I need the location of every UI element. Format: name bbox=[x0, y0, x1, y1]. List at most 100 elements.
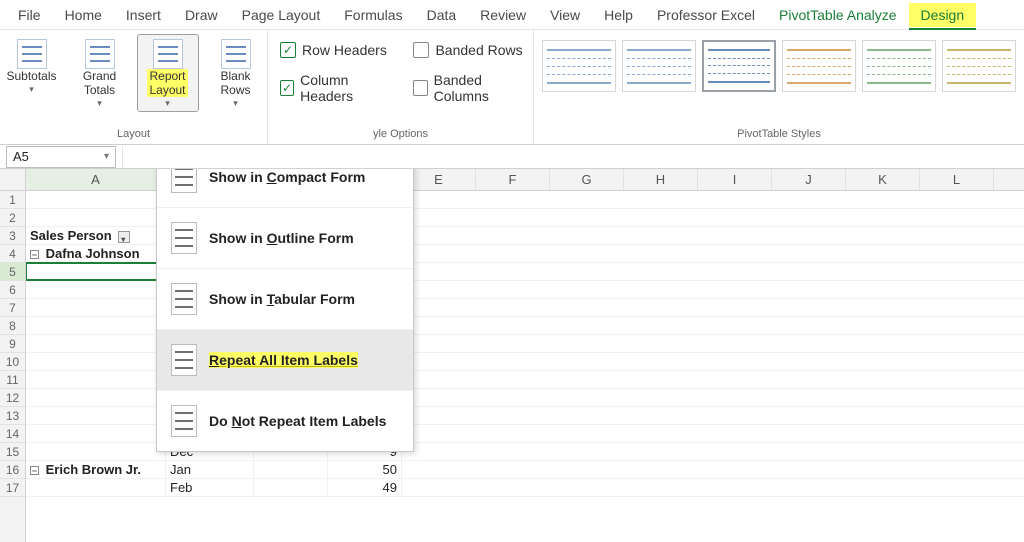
row-header[interactable]: 7 bbox=[0, 299, 25, 317]
tab-file[interactable]: File bbox=[6, 3, 53, 27]
column-header[interactable]: L bbox=[920, 169, 994, 190]
menu-label: Show in Outline Form bbox=[209, 230, 354, 246]
group-label-pivottable-styles: PivotTable Styles bbox=[737, 128, 821, 142]
report-layout-menu: Show in Compact Form Show in Outline For… bbox=[156, 169, 414, 452]
cell[interactable] bbox=[26, 263, 166, 280]
banded-rows-checkbox[interactable]: Banded Rows bbox=[413, 42, 527, 58]
tab-view[interactable]: View bbox=[538, 3, 592, 27]
tab-draw[interactable]: Draw bbox=[173, 3, 230, 27]
tab-professor-excel[interactable]: Professor Excel bbox=[645, 3, 767, 27]
layout-icon bbox=[171, 222, 197, 254]
cell[interactable]: 49 bbox=[328, 479, 402, 496]
style-thumb[interactable] bbox=[942, 40, 1016, 92]
row-headers-label: Row Headers bbox=[302, 42, 387, 58]
style-thumb[interactable] bbox=[542, 40, 616, 92]
row-header[interactable]: 14 bbox=[0, 425, 25, 443]
tab-data[interactable]: Data bbox=[415, 3, 469, 27]
column-header[interactable]: A bbox=[26, 169, 166, 190]
row-header[interactable]: 15 bbox=[0, 443, 25, 461]
cell[interactable]: Jan bbox=[166, 461, 254, 478]
row-header[interactable]: 13 bbox=[0, 407, 25, 425]
column-header[interactable]: G bbox=[550, 169, 624, 190]
column-header[interactable]: F bbox=[476, 169, 550, 190]
row-headers-checkbox[interactable]: Row Headers bbox=[280, 42, 391, 58]
grand-totals-button[interactable]: Grand Totals ▾ bbox=[69, 34, 131, 112]
tab-review[interactable]: Review bbox=[468, 3, 538, 27]
column-headers-checkbox[interactable]: Column Headers bbox=[280, 72, 391, 104]
menu-show-compact[interactable]: Show in Compact Form bbox=[157, 169, 413, 208]
row-header[interactable]: 2 bbox=[0, 209, 25, 227]
style-thumb[interactable] bbox=[862, 40, 936, 92]
grid[interactable]: A B C D E F G H I J K L Sales Person bbox=[26, 169, 1024, 542]
column-header[interactable]: H bbox=[624, 169, 698, 190]
tab-help[interactable]: Help bbox=[592, 3, 645, 27]
ribbon-tabs: File Home Insert Draw Page Layout Formul… bbox=[0, 0, 1024, 30]
ribbon-group-pivottable-styles: PivotTable Styles bbox=[534, 30, 1024, 144]
tab-design[interactable]: Design bbox=[909, 3, 977, 27]
banded-columns-label: Banded Columns bbox=[434, 72, 527, 104]
row-header[interactable]: 3 bbox=[0, 227, 25, 245]
cell[interactable]: 50 bbox=[328, 461, 402, 478]
tab-insert[interactable]: Insert bbox=[114, 3, 173, 27]
group-label-layout: Layout bbox=[117, 128, 150, 142]
subtotals-button[interactable]: Subtotals ▾ bbox=[1, 34, 63, 98]
style-thumb[interactable] bbox=[782, 40, 856, 92]
pivot-item-label: Erich Brown Jr. bbox=[46, 462, 141, 477]
document-icon bbox=[221, 39, 251, 69]
blank-rows-button[interactable]: Blank Rows ▾ bbox=[205, 34, 267, 112]
row-header[interactable]: 8 bbox=[0, 317, 25, 335]
row-header[interactable]: 1 bbox=[0, 191, 25, 209]
collapse-icon[interactable]: − bbox=[30, 250, 39, 259]
collapse-icon[interactable]: − bbox=[30, 466, 39, 475]
formula-bar[interactable] bbox=[122, 146, 1024, 168]
layout-icon bbox=[171, 344, 197, 376]
report-layout-button[interactable]: Report Layout ▾ bbox=[137, 34, 199, 112]
document-icon bbox=[85, 39, 115, 69]
tab-home[interactable]: Home bbox=[53, 3, 114, 27]
ribbon-group-style-options: Row Headers Column Headers Banded Rows B… bbox=[268, 30, 534, 144]
pivot-row-item[interactable]: − Erich Brown Jr. bbox=[26, 461, 166, 478]
row-header[interactable]: 11 bbox=[0, 371, 25, 389]
column-header[interactable]: K bbox=[846, 169, 920, 190]
pivot-row-item[interactable]: − Dafna Johnson bbox=[26, 245, 166, 262]
subtotals-label: Subtotals bbox=[6, 69, 56, 83]
chevron-down-icon: ▾ bbox=[29, 84, 34, 95]
grand-totals-label: Grand Totals bbox=[83, 69, 116, 97]
menu-no-repeat-labels[interactable]: Do Not Repeat Item Labels bbox=[157, 391, 413, 451]
menu-show-outline[interactable]: Show in Outline Form bbox=[157, 208, 413, 269]
tab-formulas[interactable]: Formulas bbox=[332, 3, 414, 27]
ribbon: Subtotals ▾ Grand Totals ▾ Report Layout… bbox=[0, 30, 1024, 145]
tab-pivottable-analyze[interactable]: PivotTable Analyze bbox=[767, 3, 909, 27]
chevron-down-icon: ▾ bbox=[104, 151, 109, 162]
checkbox-empty-icon bbox=[413, 80, 427, 96]
menu-label: Do Not Repeat Item Labels bbox=[209, 413, 386, 429]
layout-icon bbox=[171, 169, 197, 193]
filter-icon[interactable] bbox=[118, 231, 130, 243]
row-header[interactable]: 5 bbox=[0, 263, 25, 281]
menu-show-tabular[interactable]: Show in Tabular Form bbox=[157, 269, 413, 330]
menu-repeat-labels[interactable]: Repeat All Item Labels bbox=[157, 330, 413, 391]
banded-columns-checkbox[interactable]: Banded Columns bbox=[413, 72, 527, 104]
menu-label: Show in Compact Form bbox=[209, 169, 365, 185]
tab-page-layout[interactable]: Page Layout bbox=[230, 3, 333, 27]
row-header[interactable]: 17 bbox=[0, 479, 25, 497]
column-header[interactable]: I bbox=[698, 169, 772, 190]
cell[interactable]: Feb bbox=[166, 479, 254, 496]
row-header[interactable]: 10 bbox=[0, 353, 25, 371]
chevron-down-icon: ▾ bbox=[165, 98, 170, 109]
chevron-down-icon: ▾ bbox=[233, 98, 238, 109]
row-header[interactable]: 4 bbox=[0, 245, 25, 263]
document-icon bbox=[153, 39, 183, 69]
layout-icon bbox=[171, 283, 197, 315]
row-header[interactable]: 12 bbox=[0, 389, 25, 407]
pivot-field-header[interactable]: Sales Person bbox=[26, 227, 166, 244]
menu-label: Repeat All Item Labels bbox=[209, 352, 358, 368]
style-thumb-selected[interactable] bbox=[702, 40, 776, 92]
style-thumb[interactable] bbox=[622, 40, 696, 92]
name-box[interactable]: A5 ▾ bbox=[6, 146, 116, 168]
column-header[interactable]: J bbox=[772, 169, 846, 190]
row-header[interactable]: 9 bbox=[0, 335, 25, 353]
row-header[interactable]: 6 bbox=[0, 281, 25, 299]
layout-icon bbox=[171, 405, 197, 437]
row-header[interactable]: 16 bbox=[0, 461, 25, 479]
